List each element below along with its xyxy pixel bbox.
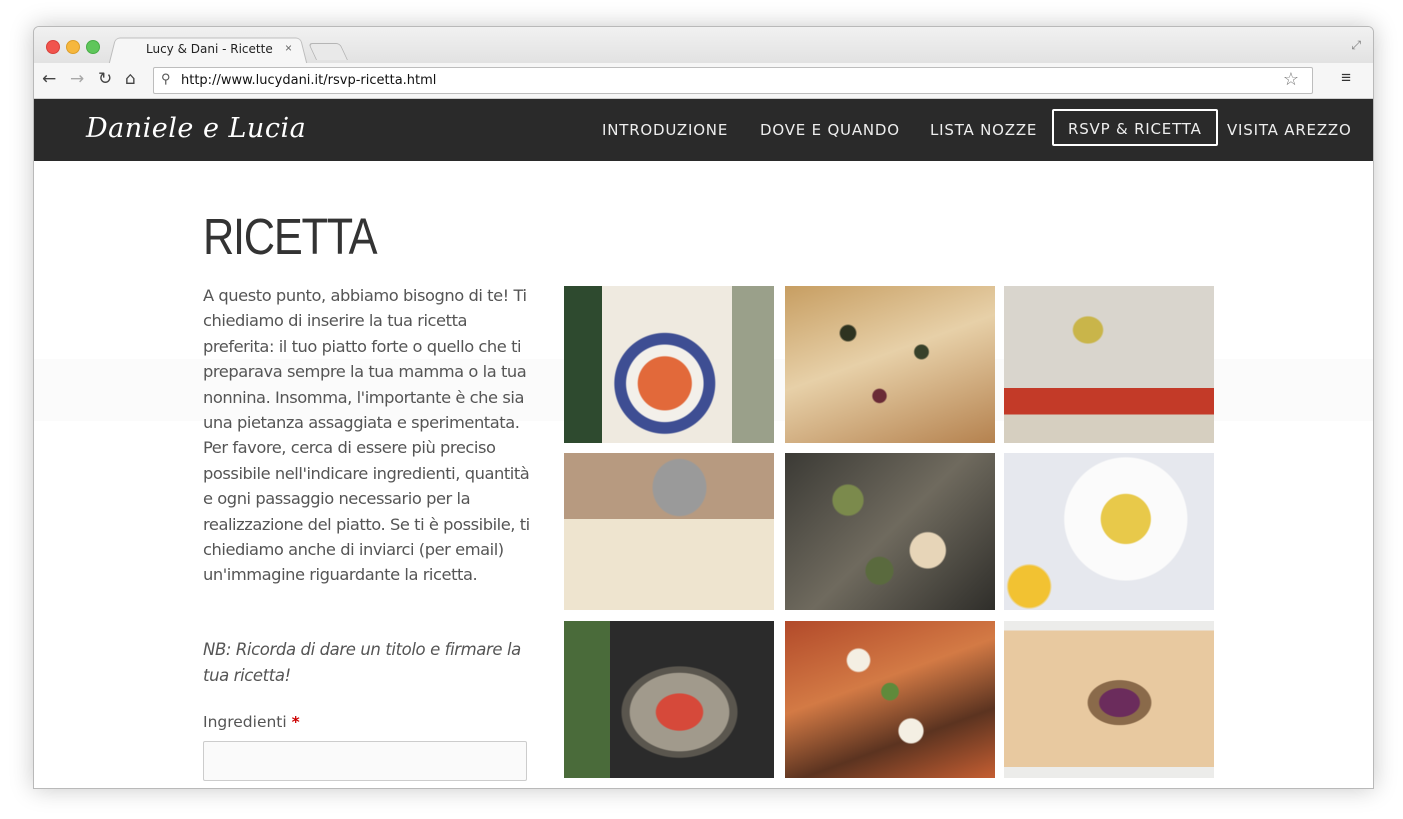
- nav-dove-e-quando[interactable]: DOVE E QUANDO: [760, 121, 900, 139]
- photo-gallery: [564, 286, 1214, 779]
- search-icon: ⚲: [161, 71, 171, 86]
- home-icon[interactable]: ⌂: [125, 69, 136, 89]
- expand-icon[interactable]: ⤢: [1351, 38, 1361, 53]
- tab-close-icon[interactable]: ×: [285, 41, 292, 55]
- salad-bowl-photo: [1004, 621, 1214, 778]
- nav-visita-arezzo[interactable]: VISITA AREZZO: [1227, 121, 1352, 139]
- nav-rsvp-ricetta[interactable]: RSVP & RICETTA: [1052, 109, 1218, 146]
- olive-oil-pizza-photo: [1004, 286, 1214, 443]
- ingredients-input[interactable]: [203, 741, 527, 781]
- pasta-bowl-photo: [564, 286, 774, 443]
- pizza-arugula-photo: [785, 621, 995, 778]
- minimize-window-button[interactable]: [66, 40, 80, 54]
- pasta-machine-photo: [564, 453, 774, 610]
- tab-title: Lucy & Dani - Ricette: [146, 42, 273, 56]
- ingredients-label: Ingredienti *: [203, 713, 300, 731]
- nav-lista-nozze[interactable]: LISTA NOZZE: [930, 121, 1037, 139]
- bookmark-star-icon[interactable]: ☆: [1283, 69, 1299, 90]
- ravioli-lemon-photo: [1004, 453, 1214, 610]
- page-title: RICETTA: [203, 208, 378, 265]
- site-logo[interactable]: Daniele e Lucia: [86, 113, 306, 144]
- browser-toolbar: ← → ↻ ⌂ ⚲ http://www.lucydani.it/rsvp-ri…: [34, 63, 1373, 99]
- forward-icon[interactable]: →: [70, 69, 84, 89]
- browser-menu-icon[interactable]: ≡: [1341, 68, 1351, 88]
- zoom-window-button[interactable]: [86, 40, 100, 54]
- close-window-button[interactable]: [46, 40, 60, 54]
- nav-introduzione[interactable]: INTRODUZIONE: [602, 121, 728, 139]
- ingredients-label-text: Ingredienti: [203, 713, 287, 731]
- page-content: RICETTA A questo punto, abbiamo bisogno …: [34, 161, 1373, 788]
- focaccia-photo: [785, 286, 995, 443]
- address-bar[interactable]: ⚲ http://www.lucydani.it/rsvp-ricetta.ht…: [153, 67, 1313, 94]
- tab-bar: Lucy & Dani - Ricette × ⤢: [34, 27, 1373, 65]
- note-paragraph: NB: Ricorda di dare un titolo e firmare …: [203, 640, 521, 685]
- shared-table-photo: [785, 453, 995, 610]
- browser-window: Lucy & Dani - Ricette × ⤢ ← → ↻ ⌂ ⚲ http…: [33, 26, 1374, 789]
- url-text[interactable]: http://www.lucydani.it/rsvp-ricetta.html: [181, 73, 436, 88]
- new-tab-button[interactable]: [308, 43, 348, 60]
- fish-pan-photo: [564, 621, 774, 778]
- back-icon[interactable]: ←: [42, 69, 56, 89]
- required-mark: *: [291, 713, 300, 731]
- site-navbar: Daniele e Lucia INTRODUZIONE DOVE E QUAN…: [34, 99, 1373, 161]
- intro-paragraph: A questo punto, abbiamo bisogno di te! T…: [203, 286, 530, 585]
- reload-icon[interactable]: ↻: [98, 69, 112, 89]
